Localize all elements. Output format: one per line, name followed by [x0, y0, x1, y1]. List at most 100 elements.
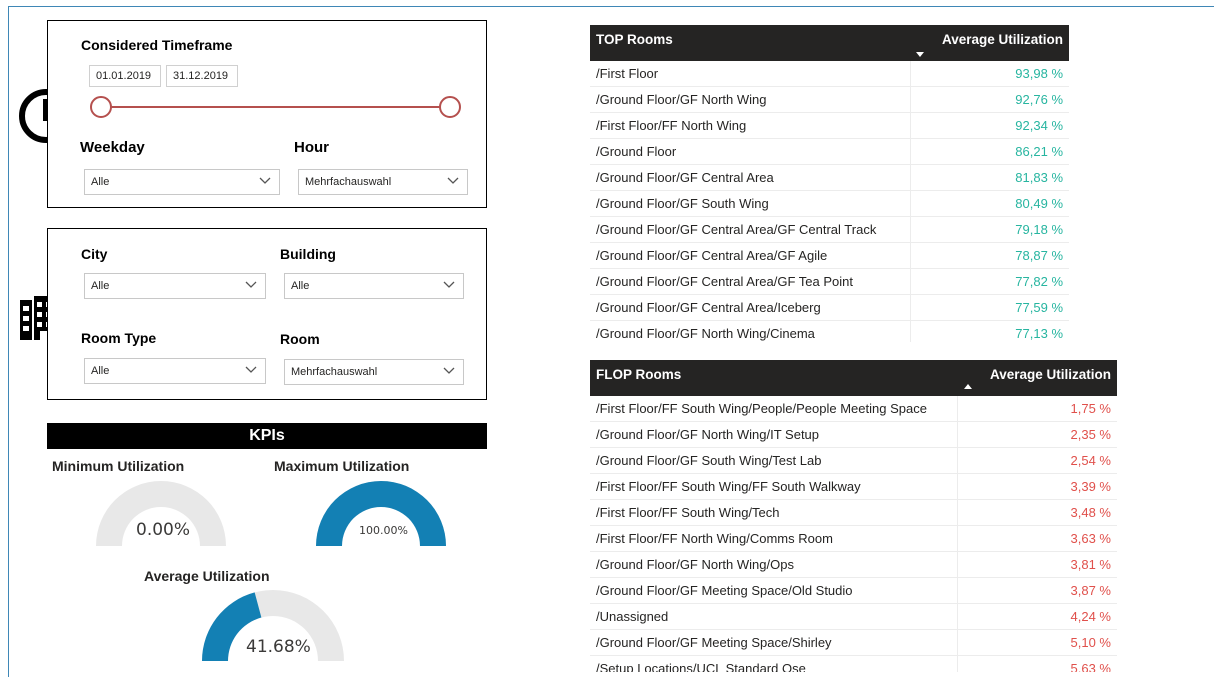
utilization-cell: 80,49 %	[1015, 196, 1063, 211]
room-path-cell: /Setup Locations/UCL Standard Ose	[596, 661, 806, 672]
utilization-cell: 92,34 %	[1015, 118, 1063, 133]
column-divider	[957, 526, 958, 552]
table-row[interactable]: /Unassigned 4,24 %	[590, 604, 1117, 630]
column-divider	[957, 474, 958, 500]
column-divider	[910, 295, 911, 321]
table-row[interactable]: /Ground Floor/GF South Wing 80,49 %	[590, 191, 1069, 217]
flop-rooms-column-header[interactable]: FLOP Rooms	[596, 367, 681, 382]
table-row[interactable]: /Ground Floor/GF North Wing 92,76 %	[590, 87, 1069, 113]
utilization-cell: 2,35 %	[1070, 427, 1111, 442]
room-dropdown[interactable]: Mehrfachauswahl	[284, 359, 464, 385]
table-row[interactable]: /First Floor/FF North Wing 92,34 %	[590, 113, 1069, 139]
room-path-cell: /Ground Floor/GF Central Area/GF Agile	[596, 248, 828, 263]
chevron-down-icon	[447, 177, 459, 184]
utilization-cell: 93,98 %	[1015, 66, 1063, 81]
avg-utilization-label: Average Utilization	[144, 568, 270, 584]
table-row[interactable]: /First Floor/FF South Wing/Tech 3,48 %	[590, 500, 1117, 526]
utilization-cell: 2,54 %	[1070, 453, 1111, 468]
table-row[interactable]: /Ground Floor/GF North Wing/Cinema 77,13 …	[590, 321, 1069, 342]
column-divider	[957, 500, 958, 526]
room-path-cell: /First Floor/FF South Wing/FF South Walk…	[596, 479, 861, 494]
utilization-cell: 3,63 %	[1070, 531, 1111, 546]
building-label: Building	[280, 246, 336, 262]
table-row[interactable]: /Ground Floor/GF Central Area/GF Tea Poi…	[590, 269, 1069, 295]
max-utilization-label: Maximum Utilization	[274, 458, 410, 474]
utilization-cell: 77,13 %	[1015, 326, 1063, 341]
utilization-cell: 79,18 %	[1015, 222, 1063, 237]
column-divider	[910, 243, 911, 269]
table-row[interactable]: /Ground Floor/GF Central Area/Iceberg 77,…	[590, 295, 1069, 321]
chevron-down-icon	[245, 366, 257, 373]
column-divider	[910, 165, 911, 191]
flop-rooms-table: FLOP Rooms Average Utilization /First Fl…	[590, 360, 1117, 672]
table-row[interactable]: /Ground Floor/GF Central Area/GF Agile 78…	[590, 243, 1069, 269]
room-type-dropdown[interactable]: Alle	[84, 358, 266, 384]
room-path-cell: /Ground Floor/GF Central Area/GF Central…	[596, 222, 877, 237]
room-path-cell: /Ground Floor/GF South Wing/Test Lab	[596, 453, 822, 468]
room-type-label: Room Type	[81, 330, 157, 346]
column-divider	[957, 422, 958, 448]
city-label: City	[81, 246, 108, 262]
table-row[interactable]: /Ground Floor/GF Central Area/GF Central…	[590, 217, 1069, 243]
column-divider	[910, 191, 911, 217]
column-divider	[910, 61, 911, 87]
room-type-value: Alle	[91, 365, 110, 377]
column-divider	[957, 396, 958, 422]
utilization-cell: 4,24 %	[1070, 609, 1111, 624]
start-date-input[interactable]: 01.01.2019	[89, 65, 161, 87]
flop-utilization-column-header[interactable]: Average Utilization	[990, 367, 1111, 382]
table-row[interactable]: /Ground Floor/GF Central Area 81,83 %	[590, 165, 1069, 191]
column-divider	[957, 604, 958, 630]
end-date-input[interactable]: 31.12.2019	[166, 65, 238, 87]
utilization-cell: 81,83 %	[1015, 170, 1063, 185]
timeframe-slider-end-handle[interactable]	[439, 96, 461, 118]
table-row[interactable]: /First Floor/FF South Wing/FF South Walk…	[590, 474, 1117, 500]
sort-ascending-icon	[964, 384, 972, 389]
weekday-value: Alle	[91, 176, 110, 188]
column-divider	[957, 578, 958, 604]
top-utilization-column-header[interactable]: Average Utilization	[942, 32, 1063, 47]
utilization-cell: 92,76 %	[1015, 92, 1063, 107]
table-row[interactable]: /Ground Floor/GF South Wing/Test Lab 2,54…	[590, 448, 1117, 474]
column-divider	[910, 113, 911, 139]
room-path-cell: /Ground Floor/GF Central Area/Iceberg	[596, 300, 821, 315]
weekday-dropdown[interactable]: Alle	[84, 169, 280, 195]
column-divider	[957, 656, 958, 672]
table-row[interactable]: /Setup Locations/UCL Standard Ose 5,63 %	[590, 656, 1117, 672]
hour-dropdown[interactable]: Mehrfachauswahl	[298, 169, 468, 195]
utilization-cell: 77,59 %	[1015, 300, 1063, 315]
table-row[interactable]: /First Floor/FF North Wing/Comms Room 3,6…	[590, 526, 1117, 552]
table-row[interactable]: /Ground Floor/GF Meeting Space/Old Studi…	[590, 578, 1117, 604]
utilization-cell: 86,21 %	[1015, 144, 1063, 159]
room-path-cell: /Ground Floor/GF North Wing/Ops	[596, 557, 794, 572]
table-row[interactable]: /Ground Floor/GF Meeting Space/Shirley 5,…	[590, 630, 1117, 656]
room-path-cell: /Ground Floor/GF South Wing	[596, 196, 769, 211]
room-path-cell: /First Floor/FF North Wing	[596, 118, 747, 133]
table-row[interactable]: /First Floor/FF South Wing/People/People…	[590, 396, 1117, 422]
weekday-label: Weekday	[80, 139, 145, 156]
building-dropdown[interactable]: Alle	[284, 273, 464, 299]
chevron-down-icon	[443, 367, 455, 374]
utilization-cell: 5,63 %	[1070, 661, 1111, 672]
timeframe-title: Considered Timeframe	[81, 37, 233, 53]
city-dropdown[interactable]: Alle	[84, 273, 266, 299]
column-divider	[957, 448, 958, 474]
column-divider	[910, 87, 911, 113]
avg-utilization-value: 41.68%	[246, 637, 311, 657]
timeframe-slider-track[interactable]	[102, 106, 450, 108]
min-utilization-value: 0.00%	[136, 520, 191, 540]
utilization-cell: 5,10 %	[1070, 635, 1111, 650]
room-path-cell: /Ground Floor/GF Meeting Space/Shirley	[596, 635, 832, 650]
timeframe-slider-start-handle[interactable]	[90, 96, 112, 118]
utilization-cell: 3,39 %	[1070, 479, 1111, 494]
column-divider	[957, 552, 958, 578]
top-rooms-column-header[interactable]: TOP Rooms	[596, 32, 673, 47]
table-row[interactable]: /Ground Floor/GF North Wing/Ops 3,81 %	[590, 552, 1117, 578]
column-divider	[910, 217, 911, 243]
table-row[interactable]: /Ground Floor/GF North Wing/IT Setup 2,35…	[590, 422, 1117, 448]
column-divider	[910, 269, 911, 295]
table-row[interactable]: /First Floor 93,98 %	[590, 61, 1069, 87]
table-row[interactable]: /Ground Floor 86,21 %	[590, 139, 1069, 165]
room-path-cell: /First Floor/FF South Wing/People/People…	[596, 401, 927, 416]
chevron-down-icon	[259, 177, 271, 184]
